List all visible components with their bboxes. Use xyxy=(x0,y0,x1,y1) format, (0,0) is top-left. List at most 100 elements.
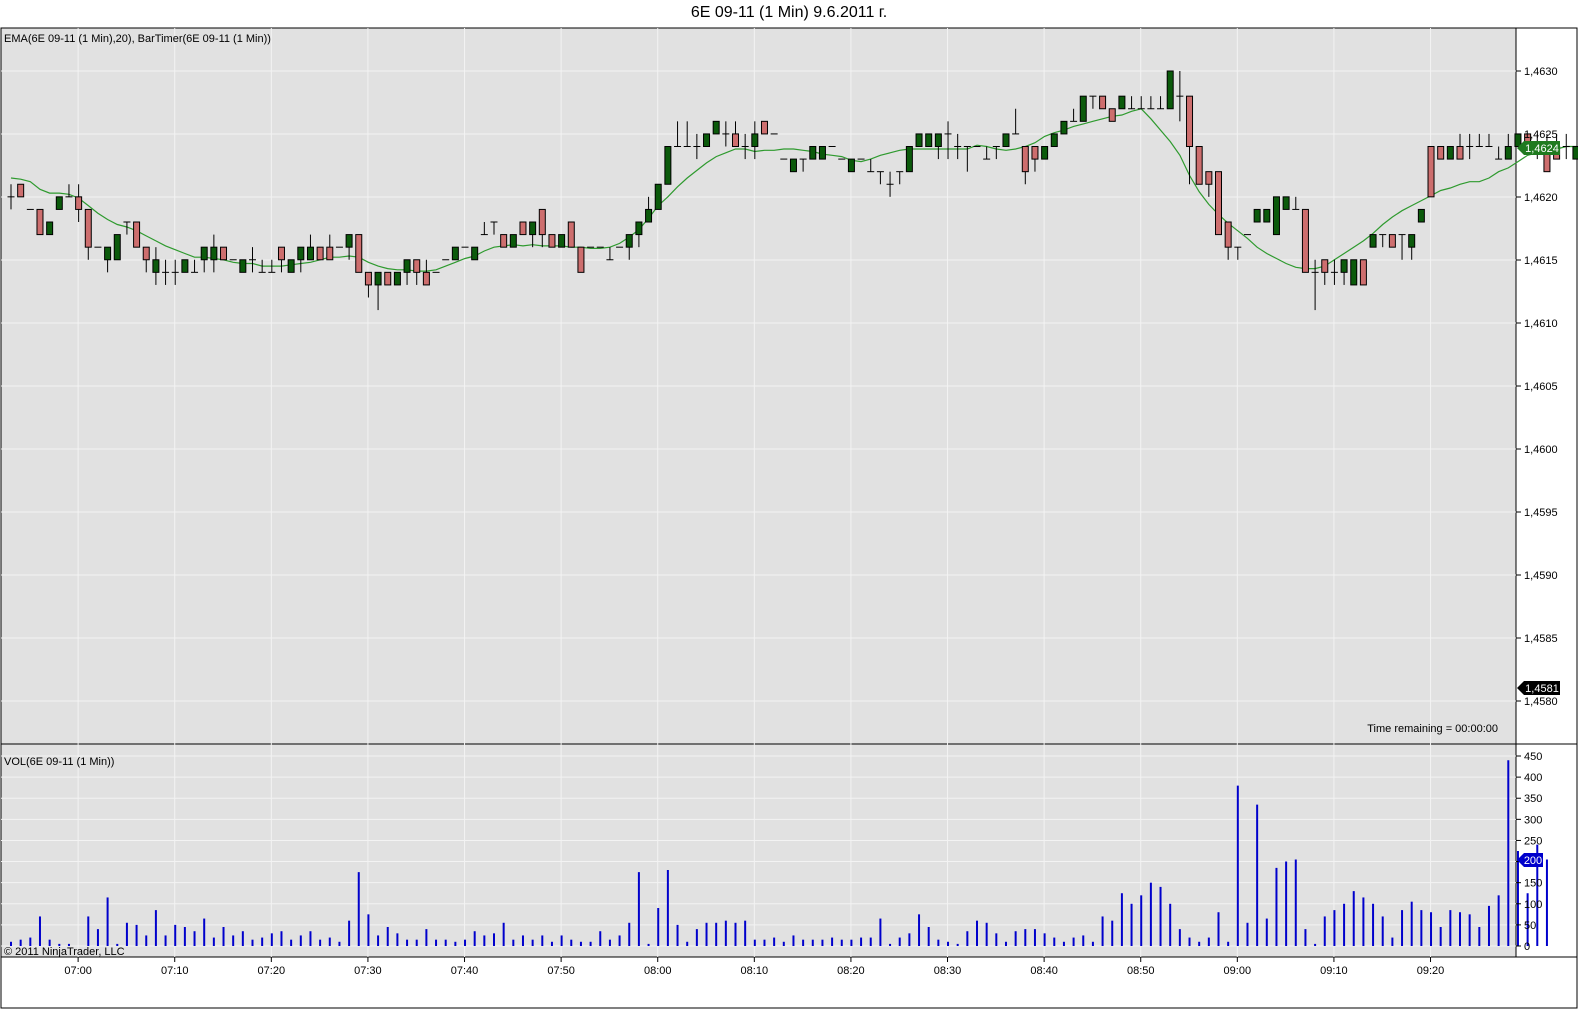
time-remaining-label: Time remaining = 00:00:00 xyxy=(1367,723,1498,735)
time-tick-label: 08:50 xyxy=(1127,965,1155,977)
chart-canvas[interactable]: 1,4630 1,4625 1,4620 1,4615 1,4610 1,4605 1,46… xyxy=(0,0,1578,1009)
candle xyxy=(1301,208,1309,273)
price-tick-label: 1,4630 xyxy=(1524,66,1558,78)
candle-body xyxy=(393,271,401,286)
candle xyxy=(703,133,711,148)
candle-body xyxy=(1099,95,1107,110)
last-price-marker: 1,4581 xyxy=(1517,681,1560,695)
candle-body xyxy=(625,234,633,248)
candle-body xyxy=(558,234,566,248)
candle xyxy=(1446,146,1454,160)
candle-body xyxy=(1224,221,1232,248)
candle-body xyxy=(1282,196,1290,210)
candle-body xyxy=(925,133,933,148)
candle-body xyxy=(500,234,508,248)
price-indicator-label: EMA(6E 09-11 (1 Min),20), BarTimer(6E 09… xyxy=(4,33,271,45)
price-tick-label: 1,4580 xyxy=(1524,696,1558,708)
volume-tick-label: 450 xyxy=(1524,751,1542,763)
candle-body xyxy=(1321,259,1329,273)
candle-body xyxy=(364,271,372,286)
candle-body xyxy=(210,246,218,261)
candle xyxy=(451,246,459,261)
candle xyxy=(46,221,54,236)
candle-body xyxy=(1186,95,1194,148)
price-tick-label: 1,4605 xyxy=(1524,381,1558,393)
candle-body xyxy=(345,234,353,248)
candle xyxy=(1263,208,1271,223)
candle xyxy=(519,221,527,236)
candle xyxy=(1388,234,1396,248)
copyright-label: © 2011 NinjaTrader, LLC xyxy=(4,946,125,958)
time-tick-label: 08:30 xyxy=(934,965,962,977)
candle-body xyxy=(17,183,25,198)
candle-body xyxy=(239,259,247,273)
candle-body xyxy=(200,246,208,261)
candle xyxy=(393,271,401,286)
candle-body xyxy=(1108,108,1116,122)
price-tick-label: 1,4595 xyxy=(1524,507,1558,519)
candle-body xyxy=(113,234,121,261)
time-tick-label: 07:10 xyxy=(161,965,189,977)
candle xyxy=(384,271,392,286)
candle-body xyxy=(915,133,923,148)
candle-body xyxy=(818,146,826,160)
candle-body xyxy=(751,133,759,148)
candle-body xyxy=(712,120,720,135)
candle-body xyxy=(142,246,150,261)
candle xyxy=(1253,208,1261,223)
candle xyxy=(1195,146,1203,185)
candle-body xyxy=(1340,259,1348,273)
candle xyxy=(818,146,826,160)
candle-body xyxy=(1041,146,1049,160)
candle-body xyxy=(664,146,672,185)
candle-body xyxy=(403,259,411,273)
candle-body xyxy=(1050,133,1058,148)
price-tick-label: 1,4610 xyxy=(1524,318,1558,330)
candle xyxy=(1417,208,1425,223)
candle-body xyxy=(1195,146,1203,185)
candle-body xyxy=(760,120,768,135)
candle-body xyxy=(133,221,141,248)
candle xyxy=(809,146,817,160)
candle-body xyxy=(732,133,739,148)
candle-body xyxy=(1301,208,1309,273)
volume-tick-label: 350 xyxy=(1524,793,1542,805)
candle xyxy=(1514,133,1522,148)
price-tick-label: 1,4600 xyxy=(1524,444,1558,456)
candle-body xyxy=(567,221,575,248)
volume-tick-label: 50 xyxy=(1524,920,1536,932)
candle xyxy=(567,221,575,248)
candle-body xyxy=(1263,208,1271,223)
candle-body xyxy=(75,196,83,210)
candle xyxy=(1166,70,1174,110)
volume-tick-label: 0 xyxy=(1524,941,1530,953)
candle-body xyxy=(181,259,189,273)
candle-body xyxy=(1079,95,1087,122)
candle xyxy=(925,133,933,148)
ema-value-marker: 1,4624 xyxy=(1517,141,1560,155)
candle-body xyxy=(548,234,556,248)
price-tick-label: 1,4625 xyxy=(1524,129,1558,141)
candle xyxy=(355,234,363,273)
volume-tick-label: 300 xyxy=(1524,814,1542,826)
candle xyxy=(471,246,479,261)
volume-indicator-label: VOL(6E 09-11 (1 Min)) xyxy=(4,756,114,768)
candle xyxy=(1427,146,1435,198)
candle-body xyxy=(1427,146,1435,198)
candle-body xyxy=(1456,146,1464,160)
candle-body xyxy=(451,246,459,261)
candle xyxy=(558,234,566,248)
candle xyxy=(847,158,855,173)
time-tick-label: 07:40 xyxy=(451,965,479,977)
candle xyxy=(905,146,913,173)
candle-body xyxy=(703,133,711,148)
candle xyxy=(664,146,672,185)
candle-body xyxy=(1388,234,1396,248)
candle-body xyxy=(277,246,285,261)
candle xyxy=(239,259,247,273)
price-tick-label: 1,4615 xyxy=(1524,255,1558,267)
candle-body xyxy=(1215,171,1222,236)
price-tick-label: 1,4590 xyxy=(1524,570,1558,582)
candle-body xyxy=(471,246,479,261)
candle xyxy=(220,246,228,261)
